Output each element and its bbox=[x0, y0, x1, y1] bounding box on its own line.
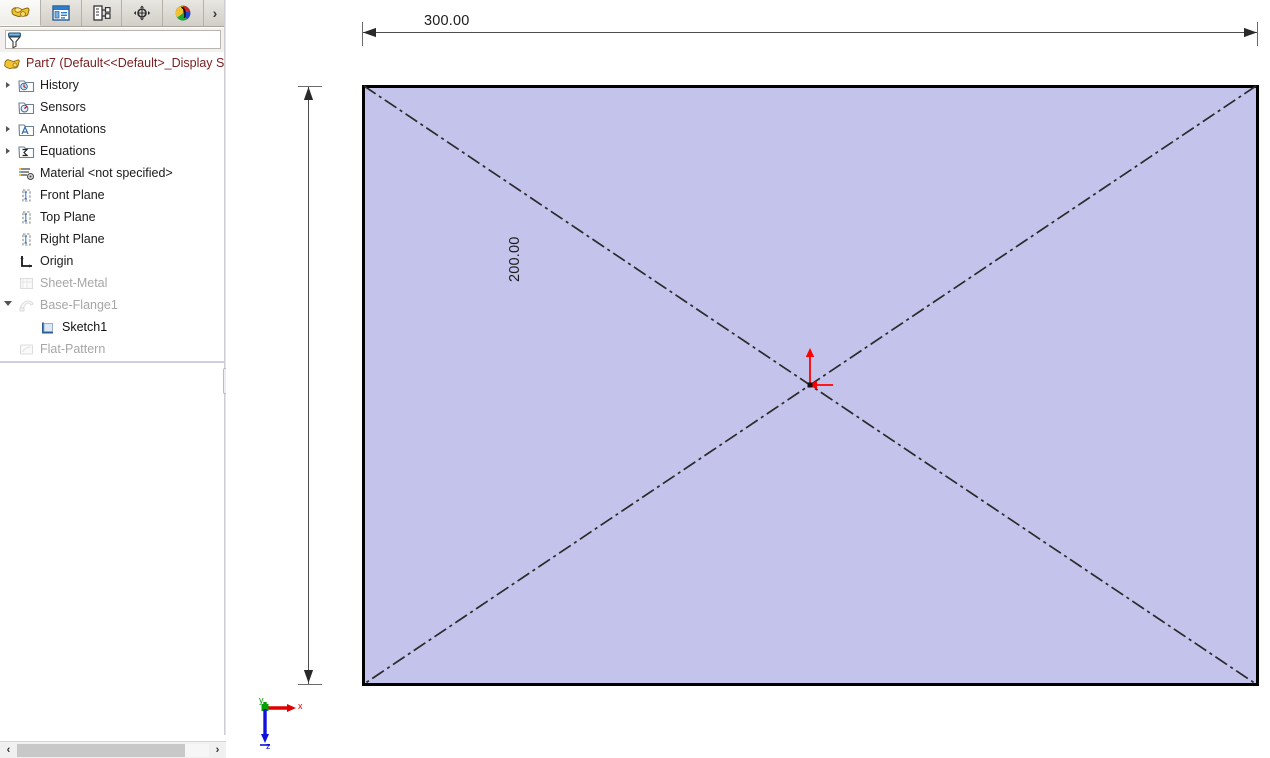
triad-z-label: z bbox=[266, 741, 271, 751]
tree-horizontal-scrollbar[interactable]: ‹ › bbox=[0, 741, 226, 758]
tree-item-label: Base-Flange1 bbox=[40, 297, 118, 312]
sketch-icon bbox=[38, 317, 58, 337]
dim-h-arrow-right-icon bbox=[1244, 27, 1257, 38]
face-edge-top[interactable] bbox=[362, 85, 1258, 88]
solidworks-window: › Part7 (Default<<Default>_Display Sta H… bbox=[0, 0, 1270, 758]
base-flange-icon bbox=[16, 295, 36, 315]
tree-item-origin[interactable]: Origin bbox=[0, 250, 224, 272]
tree-item-base-flange1[interactable]: Base-Flange1 bbox=[0, 294, 224, 316]
tree-item-list: History Sensors Annotations Equations Materi… bbox=[0, 74, 224, 360]
expand-toggle-icon[interactable] bbox=[0, 140, 16, 162]
tree-root-label: Part7 (Default<<Default>_Display Sta bbox=[26, 56, 224, 71]
tree-item-label: Top Plane bbox=[40, 209, 96, 224]
tab-display-manager[interactable] bbox=[163, 0, 205, 26]
tree-item-label: Material <not specified> bbox=[40, 165, 173, 180]
tree-item-annotations[interactable]: Annotations bbox=[0, 118, 224, 140]
tree-item-label: Equations bbox=[40, 143, 96, 158]
scroll-left-arrow[interactable]: ‹ bbox=[0, 742, 17, 758]
tree-item-label: Origin bbox=[40, 253, 74, 268]
tree-bottom-divider bbox=[0, 361, 224, 363]
tree-item-sheet-metal[interactable]: Sheet-Metal bbox=[0, 272, 224, 294]
annotations-folder-icon bbox=[16, 119, 36, 139]
tree-item-sketch1[interactable]: Sketch1 bbox=[0, 316, 224, 338]
tree-item-label: Sketch1 bbox=[62, 319, 108, 334]
manager-tab-strip: › bbox=[0, 0, 226, 27]
display-manager-icon bbox=[173, 4, 193, 22]
plane-icon bbox=[16, 185, 36, 205]
tree-item-equations[interactable]: Equations bbox=[0, 140, 224, 162]
dim-h-arrow-left-icon bbox=[363, 27, 376, 38]
dim-h-line bbox=[363, 32, 1257, 34]
tree-item-flat-pattern[interactable]: Flat-Pattern bbox=[0, 338, 224, 360]
tab-configuration-manager[interactable] bbox=[81, 0, 123, 26]
tree-item-front-plane[interactable]: Front Plane bbox=[0, 184, 224, 206]
tree-root-item[interactable]: Part7 (Default<<Default>_Display Sta bbox=[0, 53, 224, 74]
face-edge-left[interactable] bbox=[362, 85, 365, 686]
configuration-manager-icon bbox=[92, 4, 112, 22]
tree-item-material-not-specified[interactable]: Material <not specified> bbox=[0, 162, 224, 184]
dim-v-arrow-top-icon bbox=[303, 87, 314, 100]
tree-item-label: History bbox=[40, 77, 79, 92]
tab-feature-manager[interactable] bbox=[0, 0, 41, 26]
tree-item-history[interactable]: History bbox=[0, 74, 224, 96]
scroll-right-arrow[interactable]: › bbox=[209, 742, 226, 758]
plane-icon bbox=[16, 207, 36, 227]
scrollbar-thumb[interactable] bbox=[17, 743, 185, 757]
expand-toggle-icon[interactable] bbox=[0, 74, 16, 96]
triad-x-label: x bbox=[298, 701, 303, 711]
plane-icon bbox=[16, 229, 36, 249]
tree-item-label: Annotations bbox=[40, 121, 107, 136]
dim-v-arrow-bottom-icon bbox=[303, 670, 314, 683]
origin-icon bbox=[16, 251, 36, 271]
design-tree: Part7 (Default<<Default>_Display Sta His… bbox=[0, 53, 224, 363]
property-manager-icon bbox=[51, 4, 71, 22]
part-icon bbox=[2, 54, 22, 74]
dimxpert-icon bbox=[132, 4, 152, 22]
tree-item-sensors[interactable]: Sensors bbox=[0, 96, 224, 118]
triad-y-label: y bbox=[259, 695, 264, 705]
equations-folder-icon bbox=[16, 141, 36, 161]
history-folder-icon bbox=[16, 75, 36, 95]
tree-item-label: Flat-Pattern bbox=[40, 341, 106, 356]
tree-item-top-plane[interactable]: Top Plane bbox=[0, 206, 224, 228]
expand-toggle-icon[interactable] bbox=[0, 118, 16, 140]
sketch-origin-marker[interactable] bbox=[786, 335, 856, 405]
expand-toggle-icon[interactable] bbox=[0, 294, 16, 316]
sensors-folder-icon bbox=[16, 97, 36, 117]
search-input[interactable] bbox=[5, 30, 221, 49]
graphics-viewport[interactable]: 300.00 200.00 x y z bbox=[226, 0, 1270, 758]
tree-item-label: Front Plane bbox=[40, 187, 105, 202]
height-dimension-label[interactable]: 200.00 bbox=[507, 236, 523, 282]
face-edge-bottom[interactable] bbox=[362, 683, 1258, 686]
scrollbar-track[interactable] bbox=[17, 743, 209, 757]
tree-item-label: Right Plane bbox=[40, 231, 105, 246]
tree-item-label: Sensors bbox=[40, 99, 86, 114]
face-edge-right[interactable] bbox=[1256, 85, 1259, 686]
tree-filter-row bbox=[0, 28, 226, 52]
flat-pattern-icon bbox=[16, 339, 36, 359]
tab-overflow-button[interactable]: › bbox=[204, 0, 226, 26]
axis-triad: x y z bbox=[256, 693, 316, 753]
material-icon bbox=[16, 163, 36, 183]
dim-v-line bbox=[308, 87, 310, 684]
tab-property-manager[interactable] bbox=[40, 0, 82, 26]
width-dimension-label[interactable]: 300.00 bbox=[424, 13, 470, 29]
tree-item-label: Sheet-Metal bbox=[40, 275, 108, 290]
feature-tree-icon bbox=[9, 4, 31, 22]
feature-manager-panel: › Part7 (Default<<Default>_Display Sta H… bbox=[0, 0, 235, 758]
filter-funnel-icon bbox=[6, 31, 24, 49]
tree-item-right-plane[interactable]: Right Plane bbox=[0, 228, 224, 250]
sheet-metal-icon bbox=[16, 273, 36, 293]
tab-dimxpert-manager[interactable] bbox=[122, 0, 164, 26]
